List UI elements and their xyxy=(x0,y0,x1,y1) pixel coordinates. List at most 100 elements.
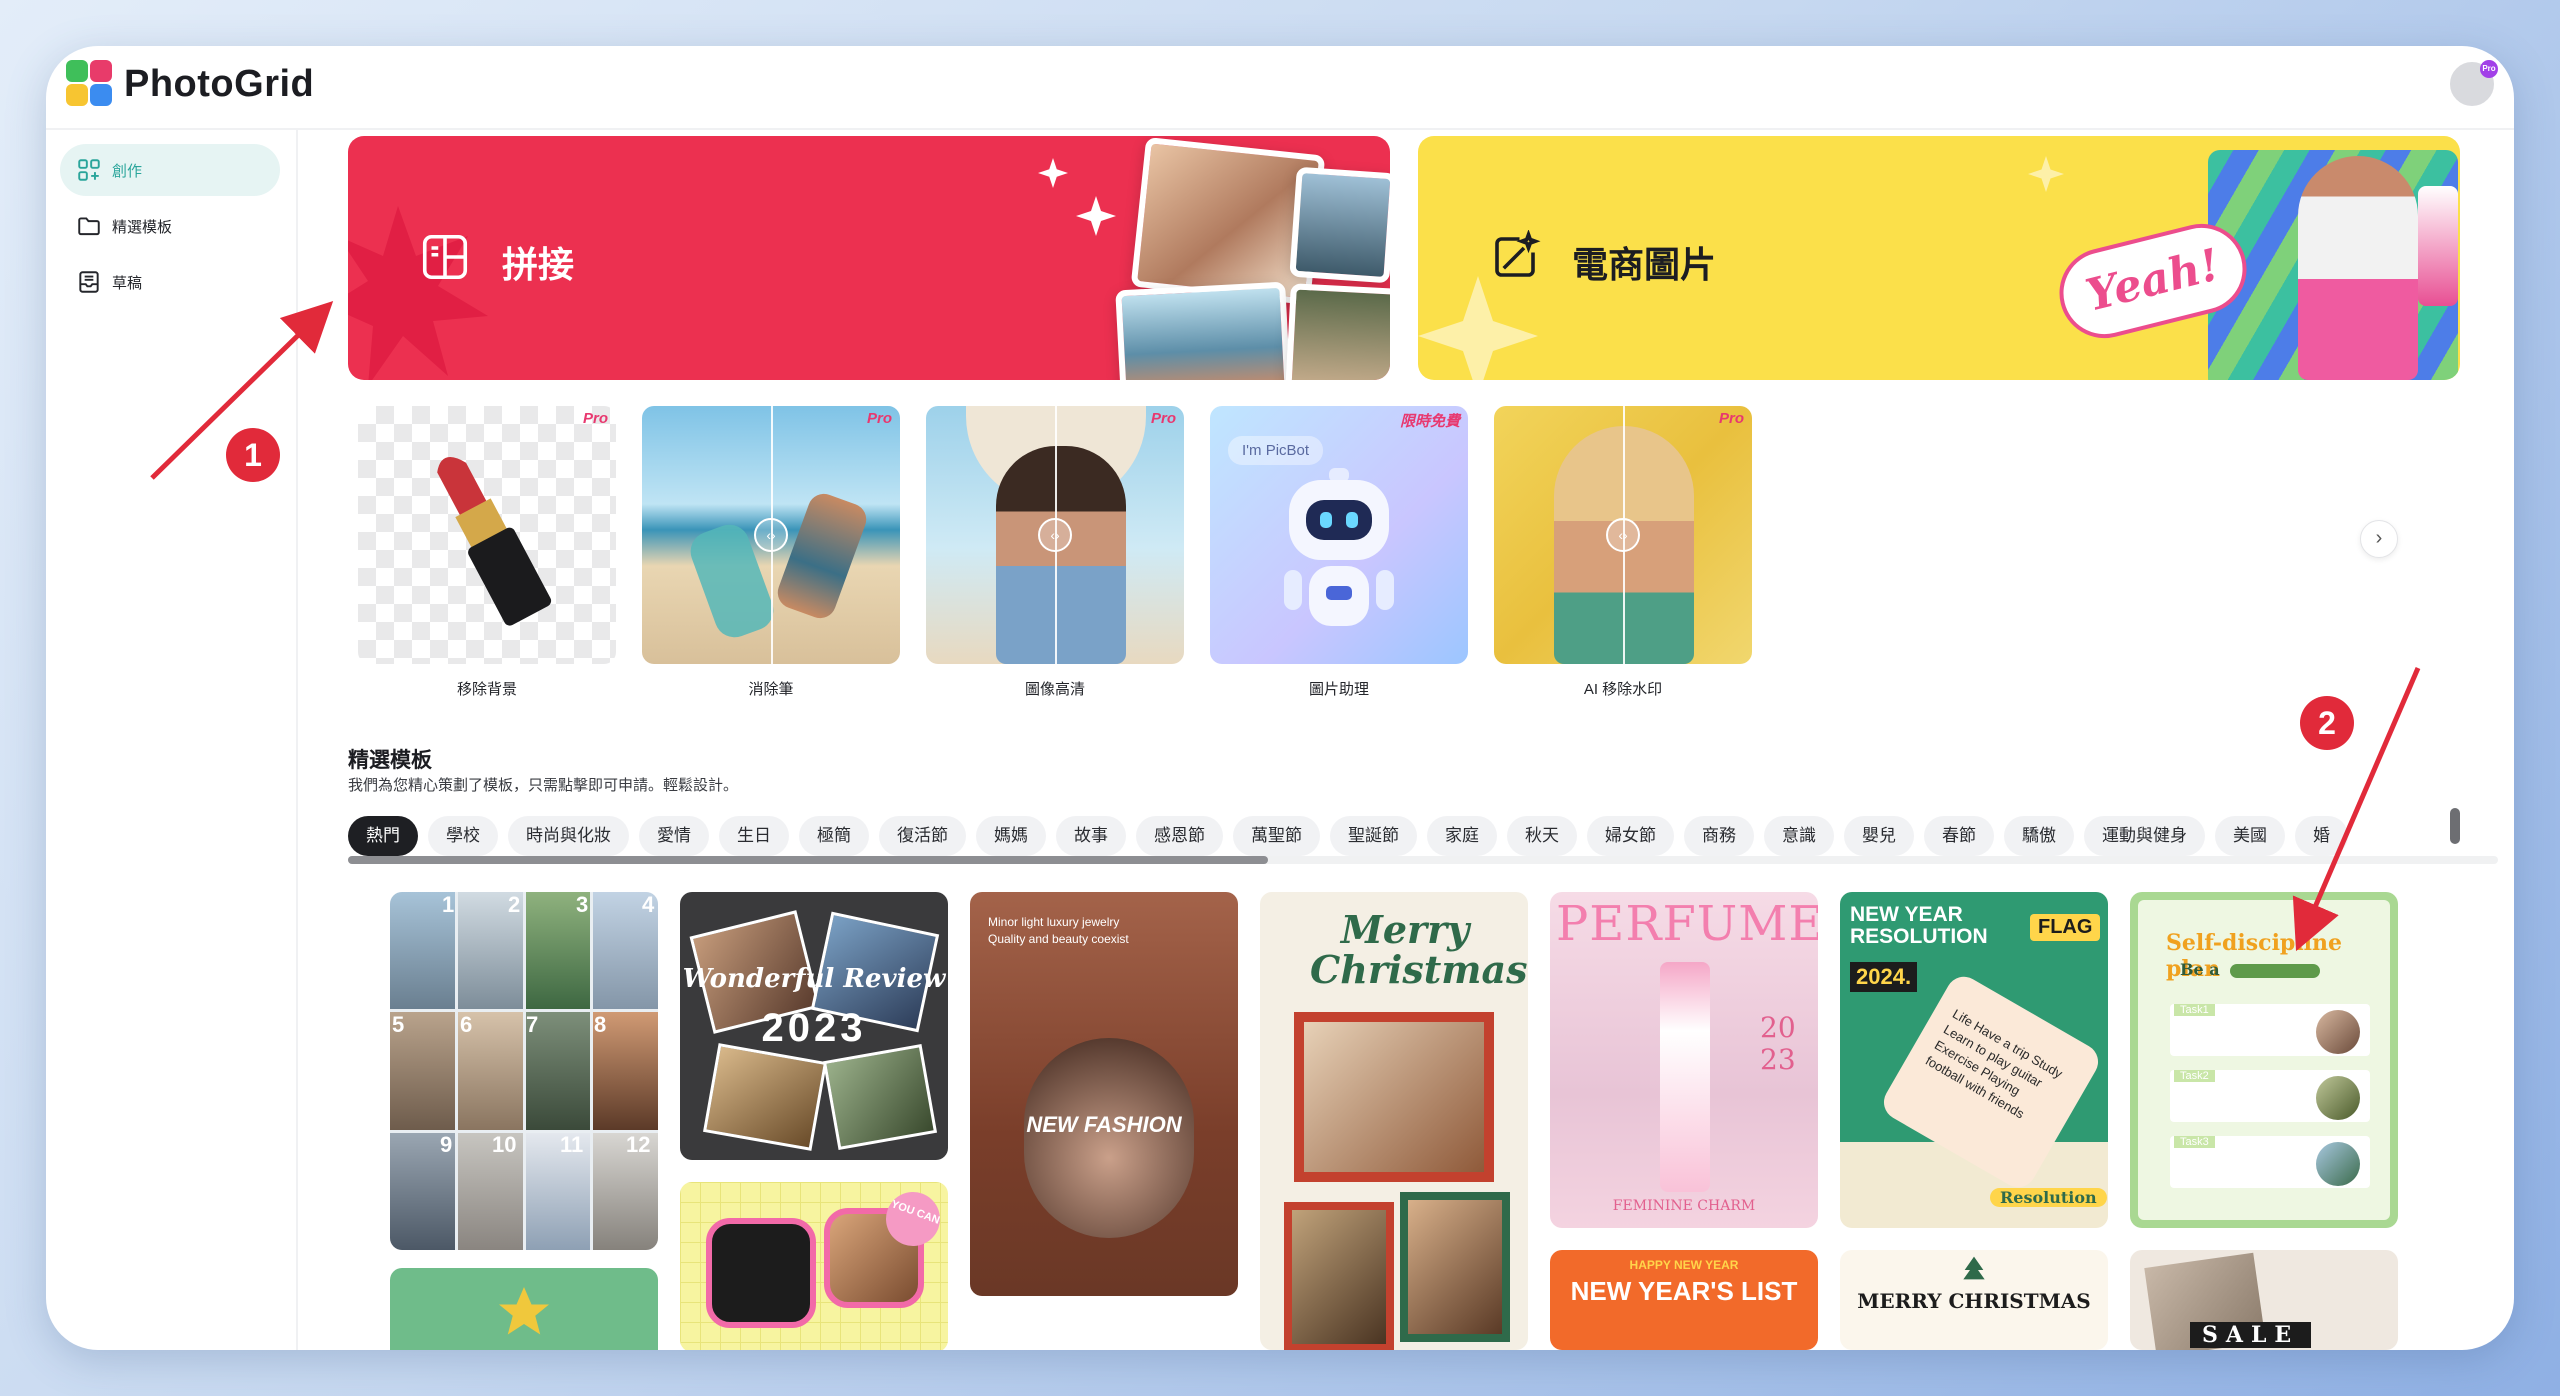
month-number: 6 xyxy=(460,1012,473,1037)
christmas-tree-icon xyxy=(1963,1256,1985,1280)
tab-category[interactable]: 愛情 xyxy=(639,816,709,856)
tab-category[interactable]: 媽媽 xyxy=(976,816,1046,856)
avatar[interactable]: Pro xyxy=(2448,60,2498,108)
product-item xyxy=(2418,186,2458,306)
compare-handle-icon[interactable]: ‹› xyxy=(1606,518,1640,552)
person-figure xyxy=(773,489,871,623)
perfume-title: PERFUME xyxy=(1556,896,1818,952)
template-card-merry-christmas-2[interactable]: MERRY CHRISTMAS xyxy=(1840,1250,2108,1350)
tool-thumbnail: ‹› xyxy=(926,406,1184,664)
tab-category[interactable]: 萬聖節 xyxy=(1233,816,1320,856)
sparkle-icon xyxy=(2028,156,2064,192)
tab-category[interactable]: 復活節 xyxy=(879,816,966,856)
tab-category[interactable]: 運動與健身 xyxy=(2084,816,2205,856)
new-year-list-title: NEW YEAR'S LIST xyxy=(1570,1276,1798,1306)
tool-label: AI 移除水印 xyxy=(1583,681,1663,698)
chevron-right-icon[interactable]: › xyxy=(2360,520,2398,558)
resolution-year: 2024. xyxy=(1850,962,1918,992)
sidebar-item-create[interactable]: 創作 xyxy=(60,144,280,196)
new-year-small: HAPPY NEW YEAR xyxy=(1629,1258,1739,1272)
top-bar: PhotoGrid Pro xyxy=(46,46,2514,130)
sparkle-icon xyxy=(1418,276,1538,380)
collage-icon xyxy=(422,234,468,280)
tab-hot[interactable]: 熱門 xyxy=(348,816,418,856)
sidebar: 創作 精選模板 草稿 xyxy=(46,130,298,1350)
task-label: Task3 xyxy=(2174,1136,2215,1148)
compare-handle-icon[interactable]: ‹› xyxy=(754,518,788,552)
pro-badge: Pro xyxy=(2480,60,2498,78)
month-number: 10 xyxy=(492,1132,517,1157)
starburst-decoration xyxy=(348,206,488,380)
template-card-calendar[interactable]: 1 2 3 4 5 6 7 8 9 10 11 12 xyxy=(390,892,658,1250)
collage-banner[interactable]: 拼接 xyxy=(348,136,1390,380)
sparkle-icon xyxy=(1038,158,1068,188)
month-number: 11 xyxy=(560,1132,584,1157)
tool-remove-background[interactable]: Pro 移除背景 xyxy=(358,406,616,699)
folder-icon xyxy=(78,217,100,236)
month-number: 7 xyxy=(526,1012,539,1037)
christmas-title: Merry Christmas xyxy=(1310,907,1528,992)
template-card-perfume[interactable]: PERFUME 20 23 FEMININE CHARM xyxy=(1550,892,1818,1228)
tab-category[interactable]: 嬰兒 xyxy=(1844,816,1914,856)
sidebar-item-label: 精選模板 xyxy=(112,218,173,236)
photogrid-logo-icon xyxy=(66,60,114,108)
tab-category[interactable]: 學校 xyxy=(428,816,498,856)
compare-handle-icon[interactable]: ‹› xyxy=(1038,518,1072,552)
ecommerce-banner[interactable]: 電商圖片 Yeah! xyxy=(1418,136,2460,380)
fashion-caption: Minor light luxury jewelry Quality and b… xyxy=(988,915,1129,946)
tabs-scrollbar[interactable] xyxy=(348,856,1268,864)
template-card-wonderful-review[interactable]: Wonderful Review 2023 xyxy=(680,892,948,1160)
template-card-merry-christmas[interactable]: Merry Christmas xyxy=(1260,892,1528,1350)
tab-category[interactable]: 家庭 xyxy=(1427,816,1497,856)
app-window: PhotoGrid Pro 創作 精選模板 草稿 拼接 電商圖片 Yeah! P… xyxy=(46,46,2514,1350)
tab-category[interactable]: 生日 xyxy=(719,816,789,856)
month-number: 4 xyxy=(642,892,655,917)
star-icon xyxy=(499,1287,549,1335)
model-figure xyxy=(2298,156,2418,380)
template-card-new-fashion[interactable]: Minor light luxury jewelry Quality and b… xyxy=(970,892,1238,1296)
grid-plus-icon xyxy=(78,159,100,181)
tab-category[interactable]: 極簡 xyxy=(799,816,869,856)
tab-category[interactable]: 春節 xyxy=(1924,816,1994,856)
annotation-marker-2: 2 xyxy=(2300,696,2354,750)
tab-category[interactable]: 商務 xyxy=(1684,816,1754,856)
page-scrollbar[interactable] xyxy=(2450,808,2460,844)
sidebar-item-drafts[interactable]: 草稿 xyxy=(60,256,280,308)
perfume-footer: FEMININE CHARM xyxy=(1612,1198,1756,1214)
lipstick-image xyxy=(437,457,552,626)
sale-title: SALE xyxy=(2190,1322,2312,1348)
month-number: 8 xyxy=(594,1012,607,1037)
tool-thumbnail: ‹› xyxy=(642,406,900,664)
tab-category[interactable]: 意識 xyxy=(1764,816,1834,856)
tool-label: 消除筆 xyxy=(748,681,794,698)
tool-image-assistant[interactable]: I'm PicBot 限時免費 圖片助理 xyxy=(1210,406,1468,699)
tab-category[interactable]: 婦女節 xyxy=(1587,816,1674,856)
pro-tag: Pro xyxy=(1150,410,1176,427)
month-number: 12 xyxy=(626,1132,651,1157)
tab-category[interactable]: 美國 xyxy=(2215,816,2285,856)
template-card-sale[interactable]: SALE xyxy=(2130,1250,2398,1350)
tab-category[interactable]: 時尚與化妝 xyxy=(508,816,629,856)
template-card-new-years-list[interactable]: HAPPY NEW YEAR NEW YEAR'S LIST xyxy=(1550,1250,1818,1350)
tool-image-enhance[interactable]: ‹› Pro 圖像高清 xyxy=(926,406,1184,699)
inbox-icon xyxy=(79,271,99,293)
template-card-you-can[interactable]: YOU CAN xyxy=(680,1182,948,1350)
tab-category[interactable]: 感恩節 xyxy=(1136,816,1223,856)
pro-tag: Pro xyxy=(1718,410,1744,427)
annotation-marker-1: 1 xyxy=(226,428,280,482)
tool-ai-remove-watermark[interactable]: ‹› Pro AI 移除水印 xyxy=(1494,406,1752,699)
tab-category[interactable]: 驕傲 xyxy=(2004,816,2074,856)
template-card-new-year-resolution[interactable]: NEW YEAR RESOLUTION FLAG 2024. Life Have… xyxy=(1840,892,2108,1228)
tool-eraser-pen[interactable]: ‹› Pro 消除筆 xyxy=(642,406,900,699)
tab-category[interactable]: 婚 xyxy=(2295,816,2348,856)
month-number: 9 xyxy=(440,1132,453,1157)
template-card-self-discipline[interactable]: Self-discipline plan Be a Task1 Task2 Ta… xyxy=(2130,892,2398,1228)
tab-category[interactable]: 聖誕節 xyxy=(1330,816,1417,856)
sidebar-item-templates[interactable]: 精選模板 xyxy=(60,200,280,252)
tool-label: 圖片助理 xyxy=(1308,681,1369,698)
tab-category[interactable]: 秋天 xyxy=(1507,816,1577,856)
section-subtitle: 我們為您精心策劃了模板，只需點擊即可申請。輕鬆設計。 xyxy=(348,777,739,794)
template-card-christmas-tree[interactable] xyxy=(390,1268,658,1350)
pro-tag: Pro xyxy=(582,410,608,427)
tab-category[interactable]: 故事 xyxy=(1056,816,1126,856)
